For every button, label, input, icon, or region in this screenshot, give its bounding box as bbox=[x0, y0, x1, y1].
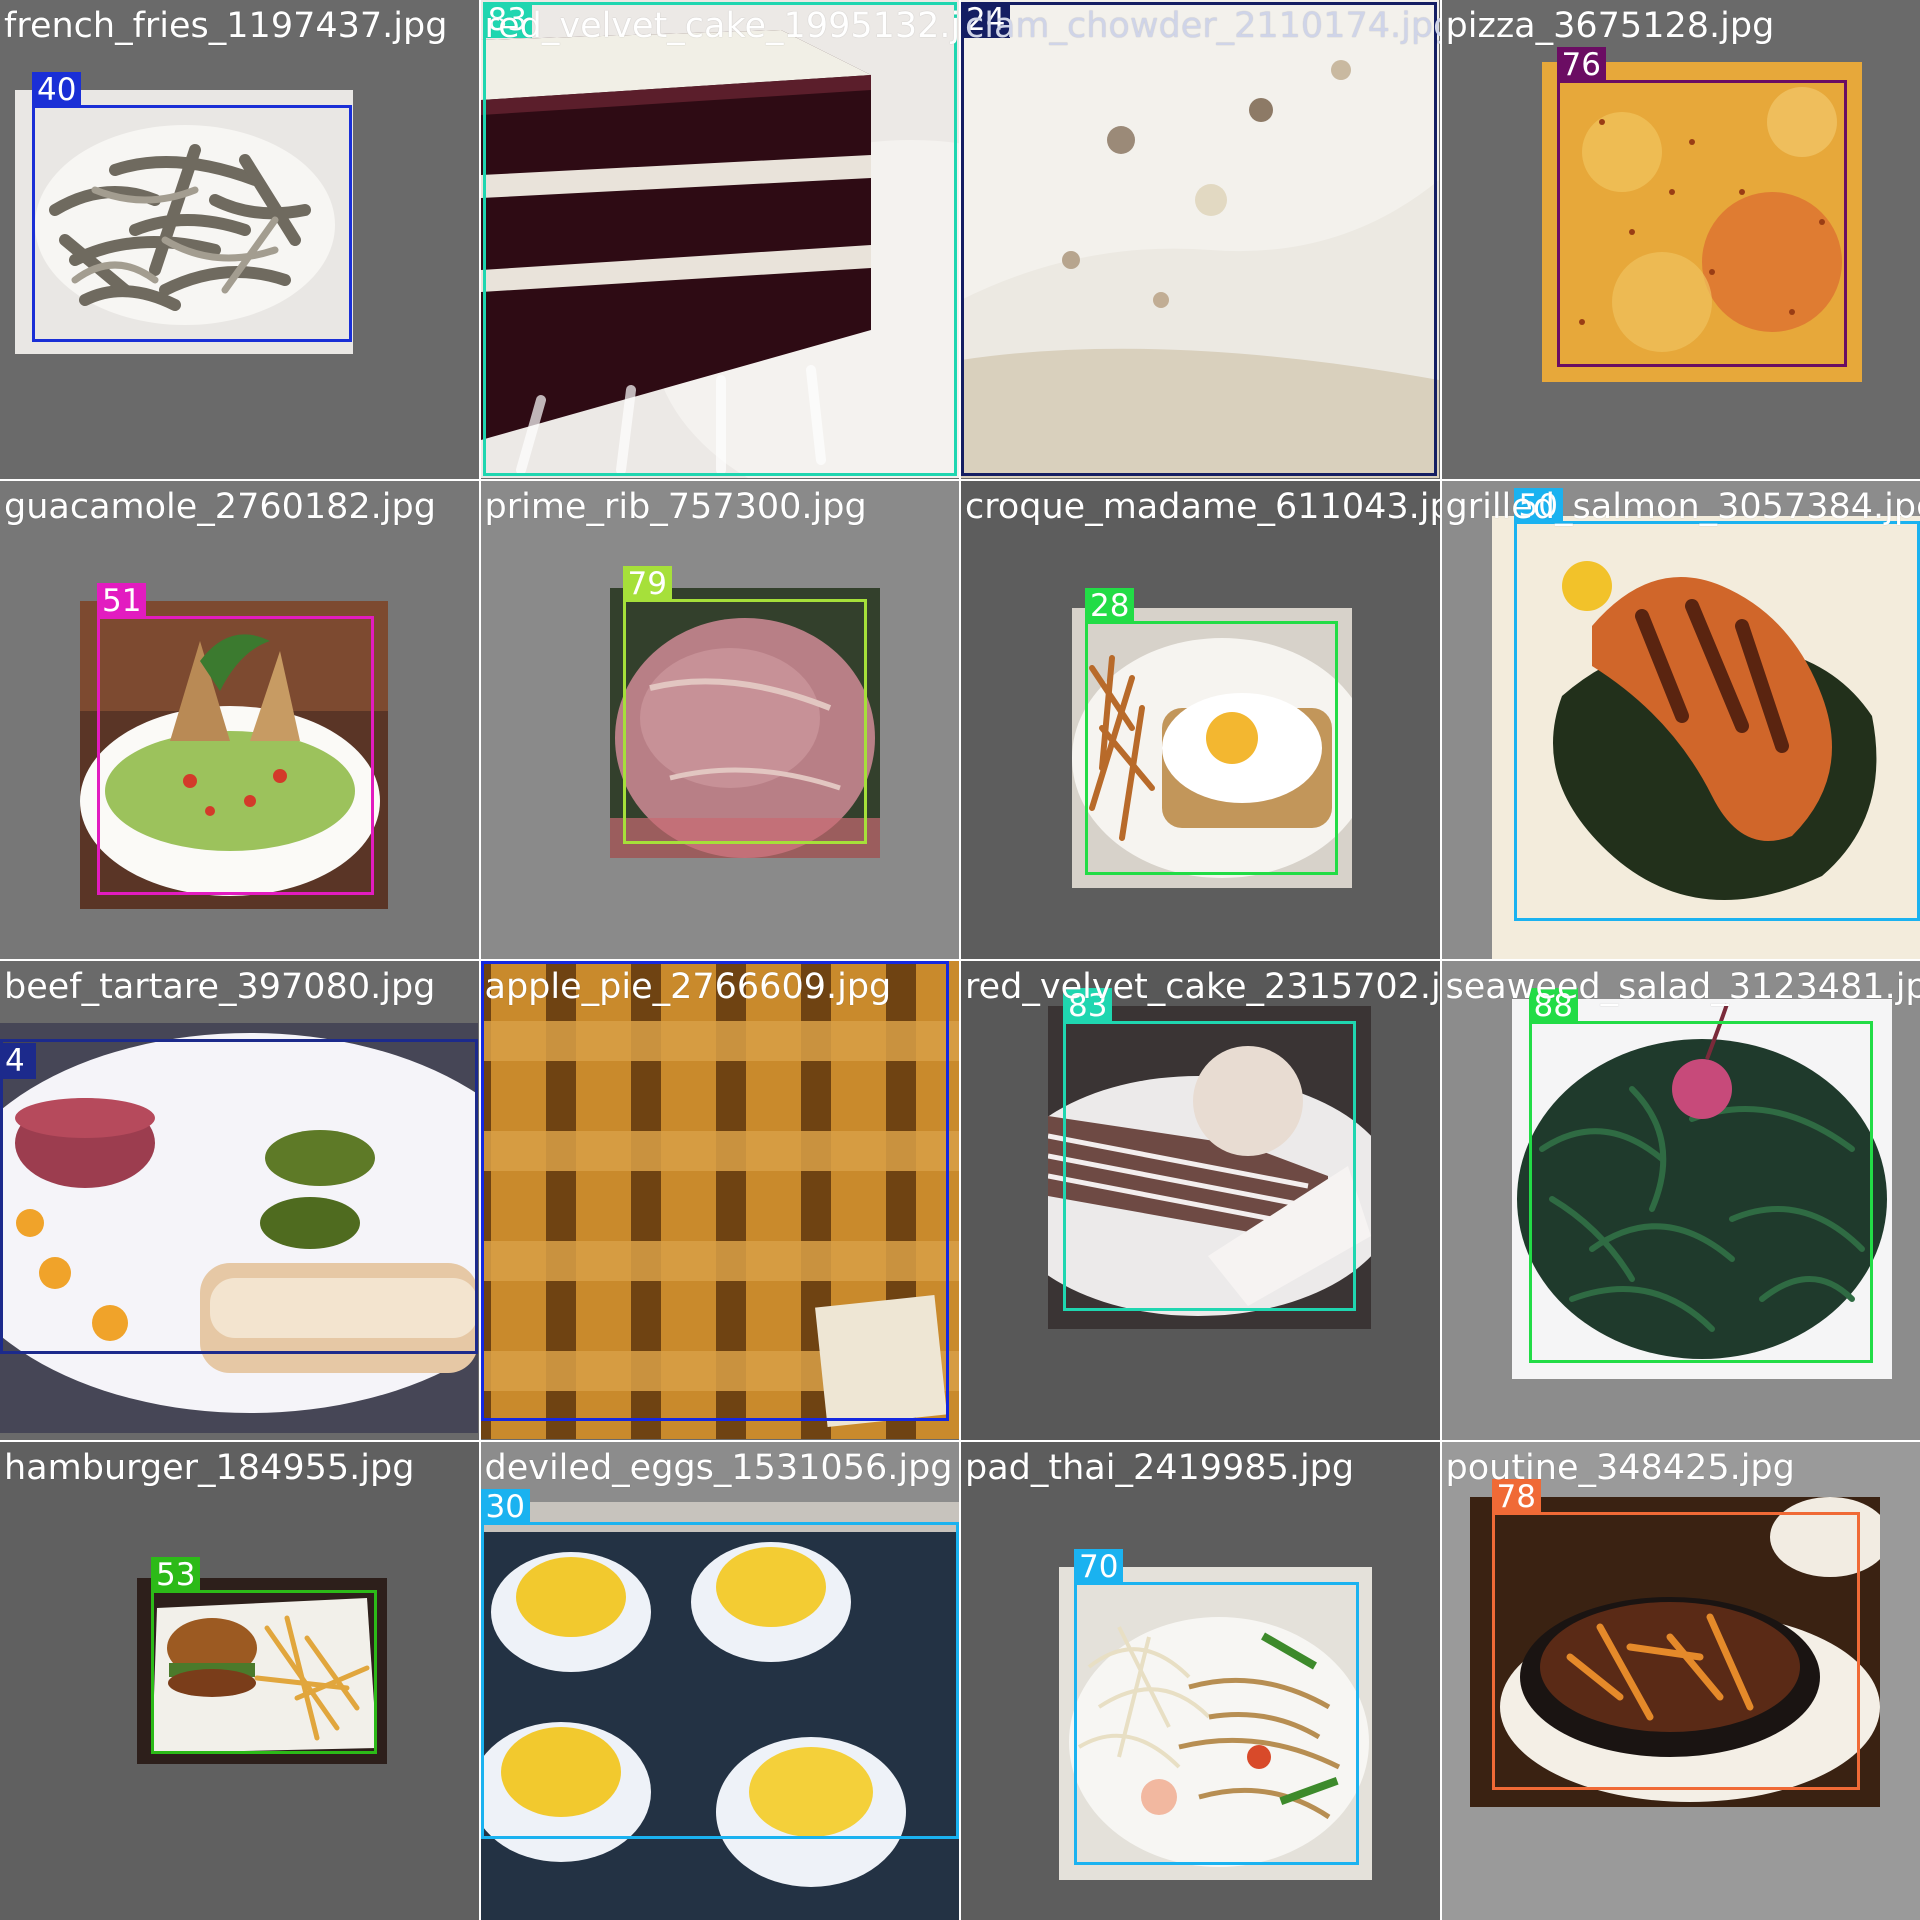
image-tile[interactable]: clam_chowder_2110174.jpg 24 bbox=[961, 0, 1440, 479]
mosaic-grid: french_fries_1197437.jpg 40 red_velvet_c… bbox=[0, 0, 1920, 1920]
filename-label: clam_chowder_2110174.jpg bbox=[965, 6, 1440, 46]
filename-label: croque_madame_611043.jpg bbox=[965, 486, 1440, 527]
class-id-label: 28 bbox=[1085, 587, 1135, 624]
detection-box[interactable]: 0 bbox=[480, 961, 949, 1421]
image-tile[interactable]: hamburger_184955.jpg 53 bbox=[0, 1441, 479, 1920]
class-id-label: 4 bbox=[0, 1043, 36, 1079]
class-id-label: 0 bbox=[480, 961, 517, 964]
image-tile[interactable]: deviled_eggs_1531056.jpg 30 bbox=[480, 1441, 959, 1920]
filename-label: pizza_3675128.jpg bbox=[1445, 6, 1775, 46]
class-id-label: 53 bbox=[151, 1556, 201, 1593]
filename-label: seaweed_salad_3123481.jpg bbox=[1445, 967, 1920, 1007]
filename-label: pad_thai_2419985.jpg bbox=[965, 1447, 1355, 1488]
detection-box[interactable]: 50 bbox=[1513, 487, 1920, 921]
image-tile[interactable]: poutine_348425.jpg 78 bbox=[1441, 1441, 1920, 1920]
image-tile[interactable]: prime_rib_757300.jpg 79 bbox=[480, 480, 959, 959]
image-tile[interactable]: french_fries_1197437.jpg 40 bbox=[0, 0, 479, 479]
filename-label: guacamole_2760182.jpg bbox=[4, 486, 436, 527]
image-tile[interactable]: red_velvet_cake_1995132.jpg 83 bbox=[480, 0, 960, 479]
detection-box[interactable]: 76 bbox=[1556, 47, 1847, 367]
class-id-label: 30 bbox=[480, 1488, 530, 1525]
detection-box[interactable]: 88 bbox=[1528, 988, 1873, 1363]
image-tile[interactable]: beef_tartare_397080.jpg 4 bbox=[0, 961, 479, 1440]
class-id-label: 76 bbox=[1556, 47, 1606, 83]
detection-box[interactable]: 40 bbox=[32, 72, 352, 342]
class-id-label: 79 bbox=[622, 565, 672, 602]
filename-label: hamburger_184955.jpg bbox=[4, 1447, 415, 1488]
detection-box[interactable]: 83 bbox=[1063, 988, 1356, 1311]
image-tile[interactable]: pad_thai_2419985.jpg 70 bbox=[961, 1441, 1440, 1920]
detection-box[interactable]: 70 bbox=[1074, 1548, 1359, 1865]
class-id-label: 51 bbox=[97, 582, 147, 619]
class-id-label: 70 bbox=[1074, 1548, 1124, 1585]
detection-box[interactable]: 78 bbox=[1491, 1478, 1860, 1790]
image-tile[interactable]: seaweed_salad_3123481.jpg 88 bbox=[1441, 961, 1920, 1440]
image-tile[interactable]: pizza_3675128.jpg 76 bbox=[1441, 0, 1920, 479]
image-tile[interactable]: croque_madame_611043.jpg 28 bbox=[961, 480, 1440, 959]
filename-label: deviled_eggs_1531056.jpg bbox=[484, 1447, 953, 1488]
detection-box[interactable]: 28 bbox=[1085, 587, 1338, 875]
filename-label: prime_rib_757300.jpg bbox=[484, 486, 867, 527]
filename-label: grilled_salmon_3057384.jpg bbox=[1445, 486, 1920, 527]
image-tile[interactable]: guacamole_2760182.jpg 51 bbox=[0, 480, 479, 959]
filename-label: red_velvet_cake_1995132.jpg bbox=[484, 6, 960, 46]
filename-label: apple_pie_2766609.jpg bbox=[484, 967, 892, 1007]
filename-label: poutine_348425.jpg bbox=[1445, 1447, 1795, 1488]
detection-box[interactable]: 30 bbox=[480, 1488, 959, 1839]
filename-label: french_fries_1197437.jpg bbox=[4, 6, 448, 46]
image-tile[interactable]: red_velvet_cake_2315702.jpg 83 bbox=[961, 961, 1440, 1440]
detection-box[interactable]: 79 bbox=[622, 565, 867, 844]
detection-box[interactable]: 83 bbox=[482, 2, 957, 476]
filename-label: red_velvet_cake_2315702.jpg bbox=[965, 967, 1440, 1007]
class-id-label: 40 bbox=[32, 72, 82, 108]
detection-box[interactable]: 4 bbox=[0, 1039, 478, 1354]
detection-box[interactable]: 24 bbox=[961, 2, 1437, 476]
image-tile[interactable]: grilled_salmon_3057384.jpg 50 bbox=[1441, 480, 1920, 959]
detection-box[interactable]: 51 bbox=[97, 582, 374, 895]
filename-label: beef_tartare_397080.jpg bbox=[4, 967, 436, 1007]
detection-box[interactable]: 53 bbox=[151, 1556, 377, 1754]
image-tile[interactable]: apple_pie_2766609.jpg 0 bbox=[480, 961, 959, 1440]
